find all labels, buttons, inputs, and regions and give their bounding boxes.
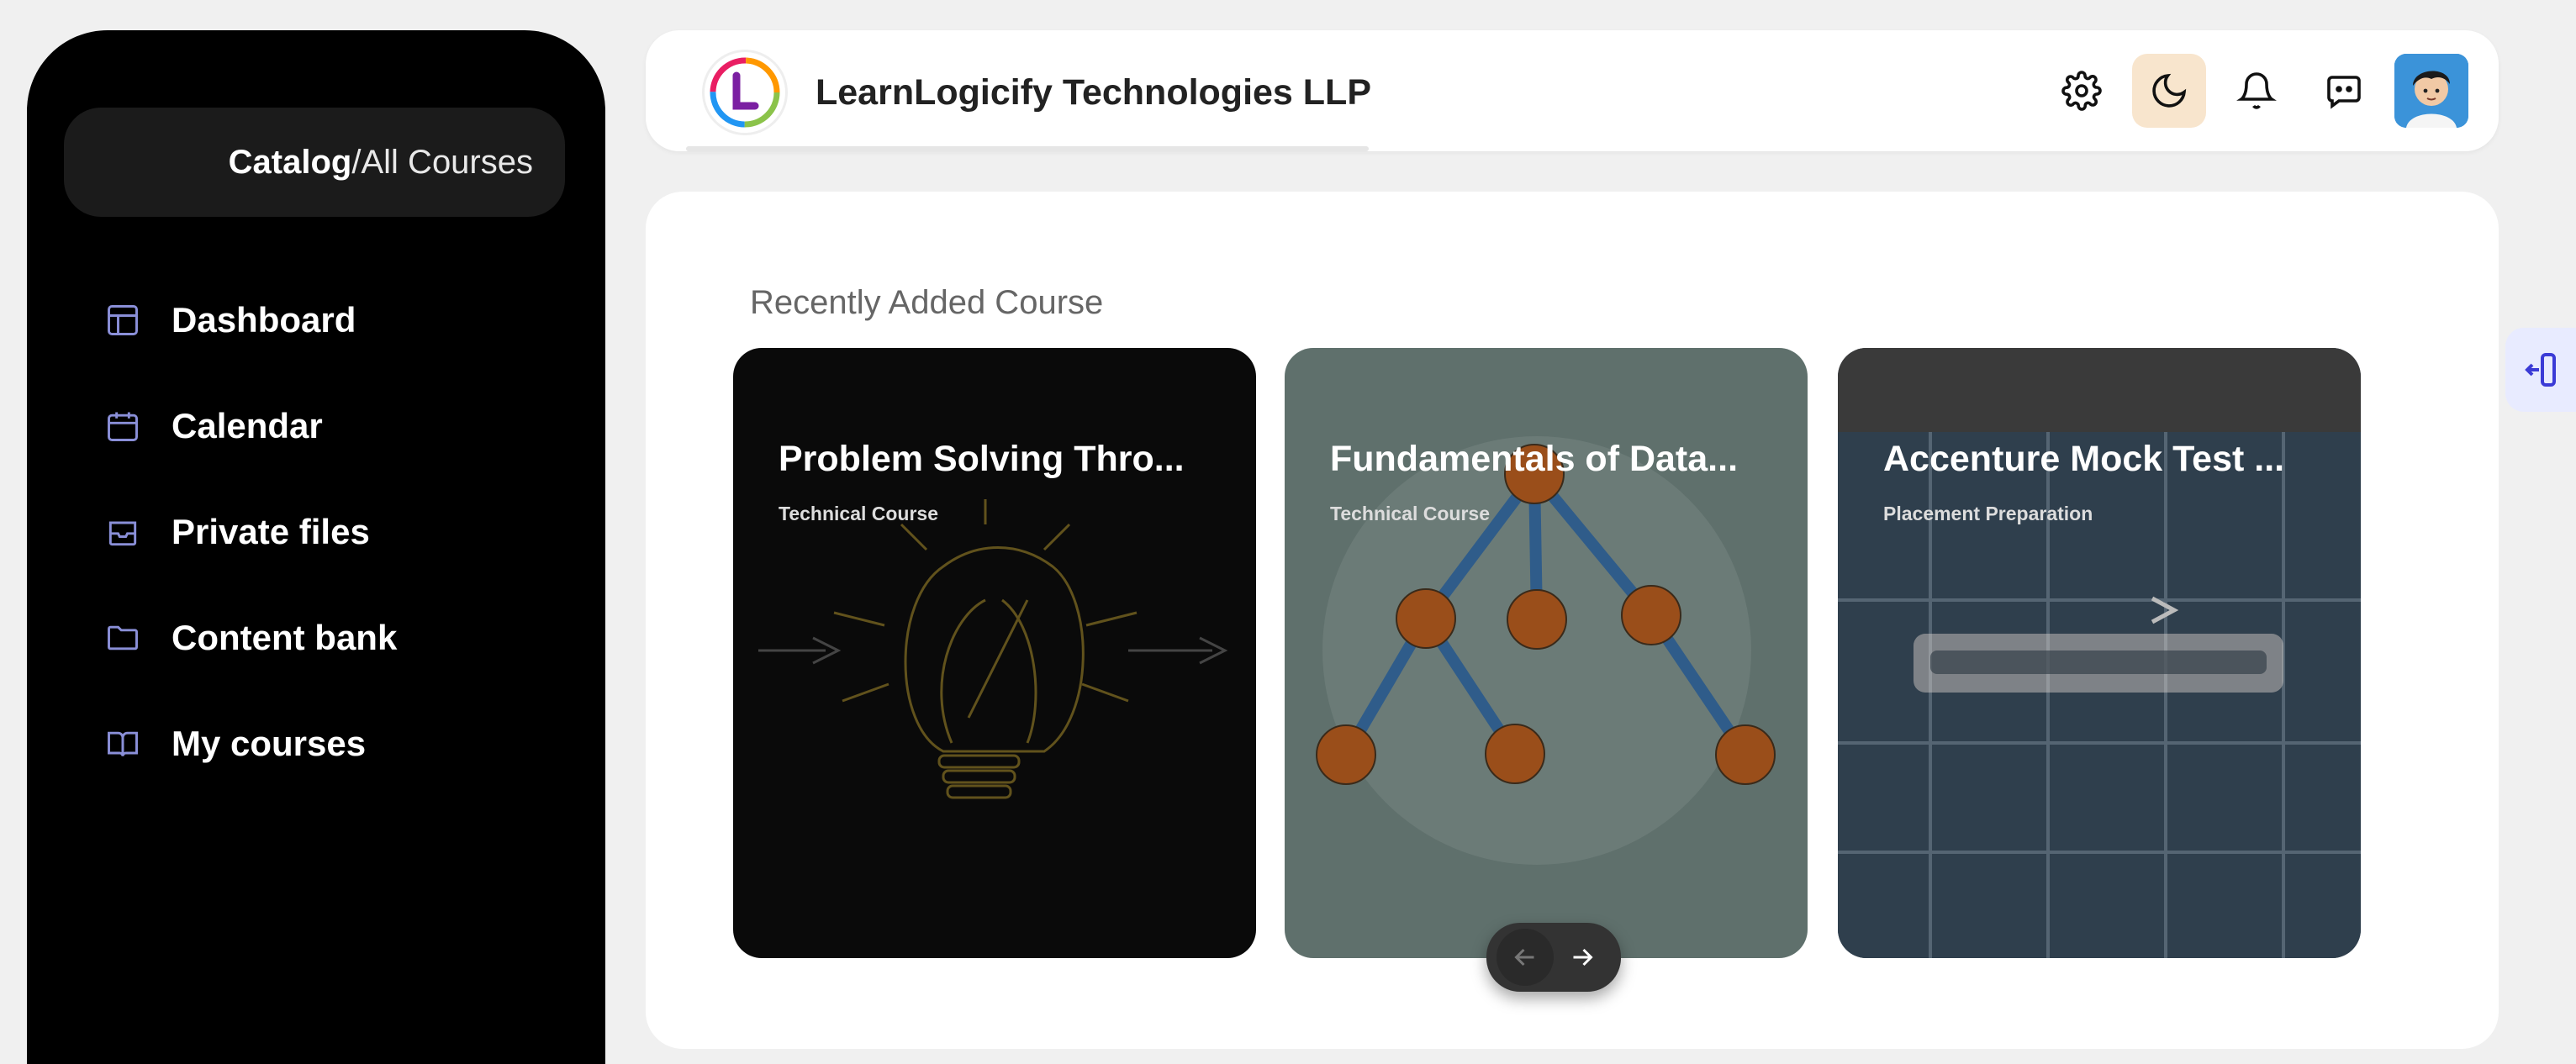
- carousel-pager: [1486, 923, 1621, 992]
- sidebar-item-label: Private files: [172, 512, 370, 551]
- folder-icon: [108, 625, 138, 651]
- sidebar: Catalog / All Courses Dashboard Calendar…: [27, 30, 605, 1064]
- notifications-button[interactable]: [2220, 54, 2294, 128]
- carousel-prev-button[interactable]: [1497, 929, 1554, 986]
- course-card[interactable]: Accenture Mock Test ... Placement Prepar…: [1838, 348, 2361, 958]
- panel-expand-icon: [2525, 353, 2556, 387]
- main-panel: Recently Added Course Problem Solving Th…: [646, 192, 2499, 1049]
- user-avatar[interactable]: [2394, 54, 2468, 128]
- avatar-icon: [2394, 54, 2468, 128]
- breadcrumb-separator: /: [351, 143, 362, 181]
- theme-toggle-button[interactable]: [2132, 54, 2206, 128]
- side-panel-toggle[interactable]: [2505, 328, 2576, 412]
- brand-logo[interactable]: [705, 52, 785, 133]
- arrow-left-icon: [1514, 948, 1534, 967]
- breadcrumb: Catalog / All Courses: [64, 108, 565, 217]
- chat-icon: [2327, 76, 2361, 109]
- course-title: Accenture Mock Test ...: [1883, 439, 2285, 479]
- calendar-icon: [108, 412, 138, 441]
- bell-icon: [2236, 72, 2277, 109]
- carousel-next-button[interactable]: [1554, 929, 1611, 986]
- brand-name: LearnLogicify Technologies LLP: [816, 72, 1371, 113]
- sidebar-item-label: My courses: [172, 724, 367, 763]
- breadcrumb-page: All Courses: [361, 143, 533, 181]
- sidebar-item-my-courses[interactable]: My courses: [104, 706, 366, 782]
- header-divider: [686, 146, 1369, 151]
- logo-icon: [710, 57, 780, 128]
- course-category: Technical Course: [779, 503, 939, 524]
- book-icon: [108, 731, 138, 756]
- moon-icon: [2152, 73, 2187, 108]
- messages-button[interactable]: [2307, 54, 2381, 128]
- course-title: Fundamentals of Data...: [1330, 439, 1739, 479]
- breadcrumb-section[interactable]: Catalog: [229, 144, 352, 182]
- sidebar-item-private-files[interactable]: Private files: [104, 494, 370, 570]
- sidebar-item-content-bank[interactable]: Content bank: [104, 600, 397, 676]
- course-category: Placement Preparation: [1883, 503, 2093, 524]
- sidebar-item-label: Calendar: [172, 406, 323, 445]
- sidebar-item-label: Content bank: [172, 618, 398, 657]
- sidebar-item-label: Dashboard: [172, 300, 356, 340]
- course-card[interactable]: Problem Solving Thro... Technical Course: [733, 348, 1256, 958]
- layout-icon: [108, 305, 138, 335]
- course-category: Technical Course: [1330, 503, 1491, 524]
- gear-icon: [2061, 71, 2102, 111]
- top-header: LearnLogicify Technologies LLP: [646, 30, 2499, 151]
- course-card[interactable]: Fundamentals of Data... Technical Course: [1285, 348, 1808, 958]
- section-title: Recently Added Course: [750, 284, 1104, 321]
- settings-button[interactable]: [2045, 54, 2119, 128]
- sidebar-item-dashboard[interactable]: Dashboard: [104, 282, 356, 358]
- sidebar-item-calendar[interactable]: Calendar: [104, 388, 323, 464]
- inbox-icon: [108, 521, 137, 546]
- header-actions: [2031, 52, 2468, 129]
- course-title: Problem Solving Thro...: [779, 439, 1185, 479]
- arrow-right-icon: [1573, 948, 1593, 967]
